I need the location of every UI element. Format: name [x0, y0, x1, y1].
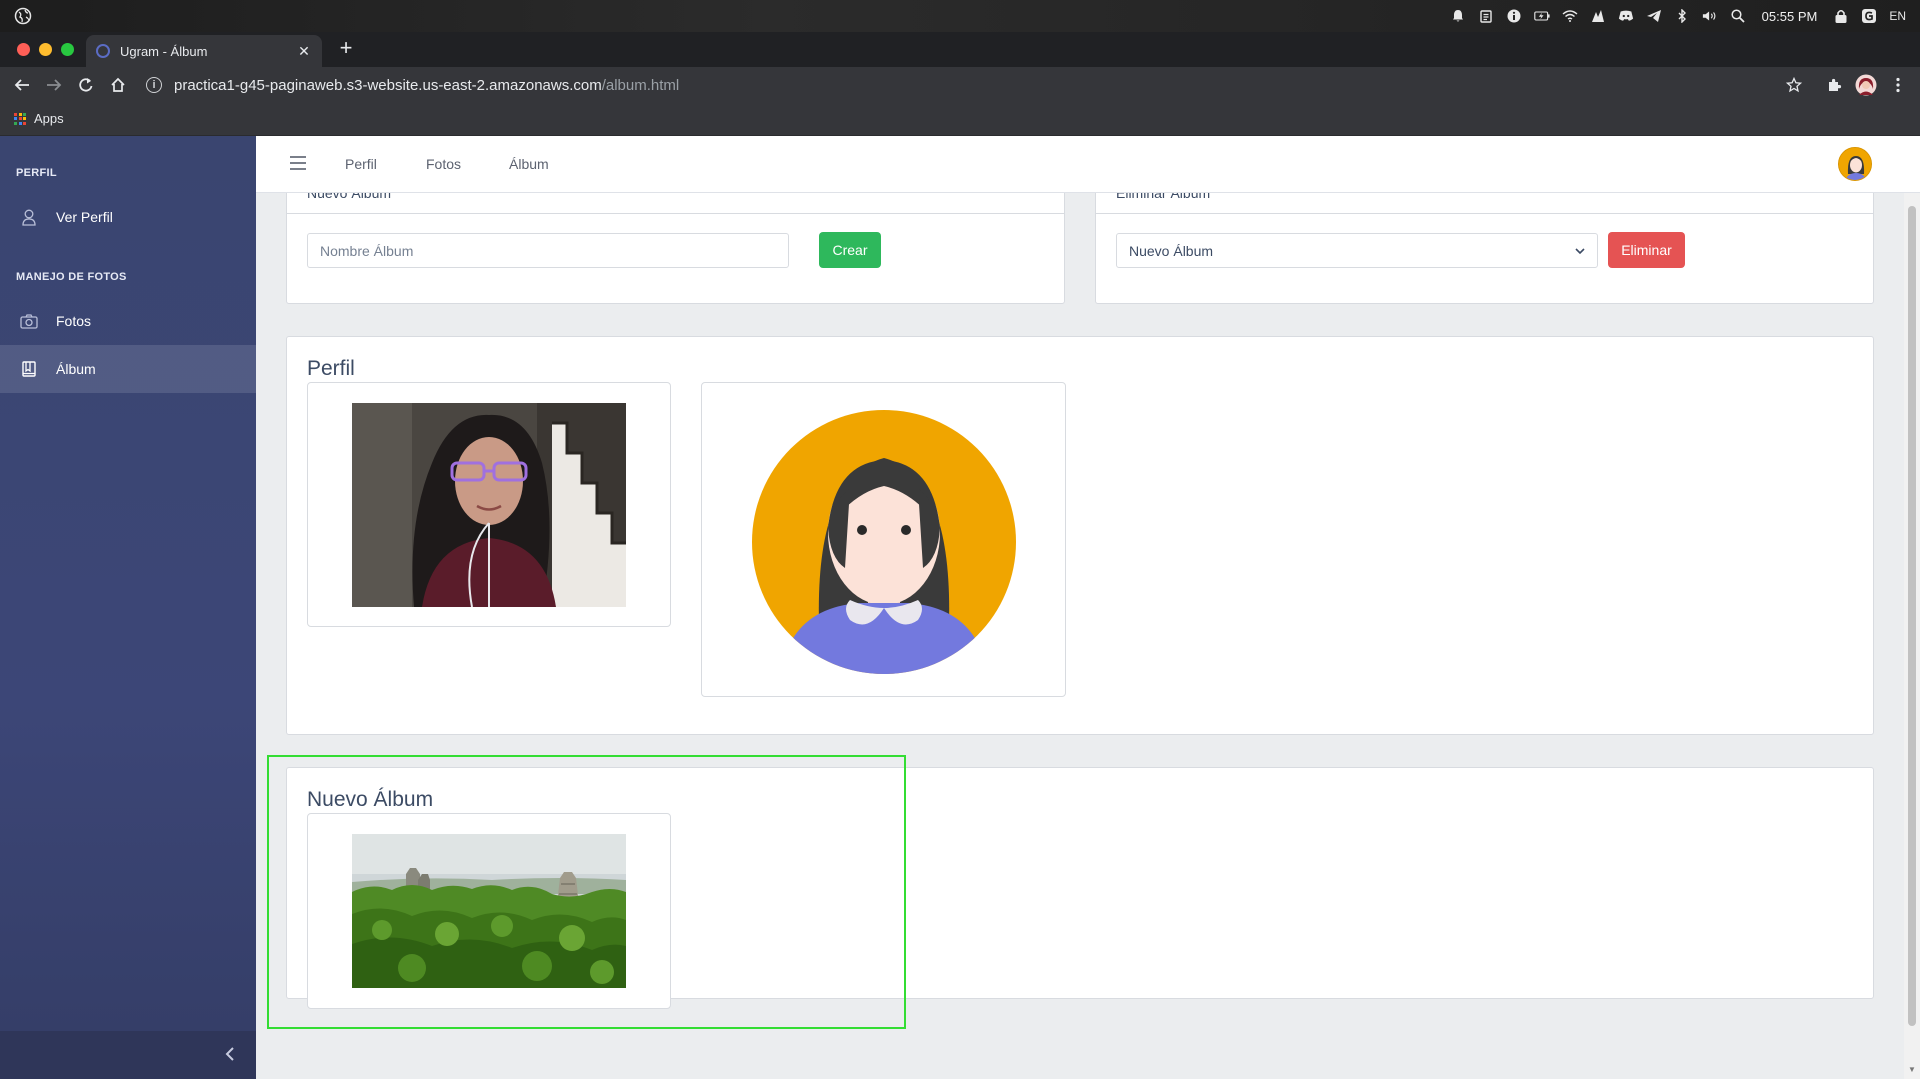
bookmark-star-icon[interactable] — [1782, 73, 1806, 97]
sidebar-section-profile: PERFIL — [16, 167, 57, 179]
nav-link-album[interactable]: Álbum — [509, 156, 549, 172]
nav-link-fotos[interactable]: Fotos — [426, 156, 461, 172]
main-content: Nuevo Álbum Nombre Álbum Crear Eliminar … — [256, 193, 1904, 1079]
sidebar-footer — [0, 1031, 256, 1079]
close-tab-icon[interactable]: ✕ — [296, 43, 312, 60]
language-indicator[interactable]: EN — [1889, 8, 1906, 24]
delete-album-card: Eliminar Álbum Nuevo Álbum Eliminar — [1095, 193, 1874, 304]
lock-icon[interactable] — [1833, 8, 1849, 24]
steam-icon[interactable] — [1590, 8, 1606, 24]
page-scrollbar[interactable]: ▲ ▼ — [1904, 136, 1920, 1079]
battery-icon[interactable] — [1533, 8, 1550, 24]
sidebar-item-album[interactable]: Álbum — [0, 345, 256, 393]
album-title: Nuevo Álbum — [307, 788, 434, 811]
favicon-icon — [96, 44, 110, 58]
back-icon[interactable] — [10, 73, 34, 97]
browser-toolbar: i practica1-g45-paginaweb.s3-website.us-… — [0, 67, 1920, 103]
sidebar-section-photos: MANEJO DE FOTOS — [16, 271, 127, 283]
new-tab-button[interactable]: + — [334, 36, 358, 60]
maximize-window-button[interactable] — [61, 43, 74, 56]
album-select-value: Nuevo Álbum — [1129, 242, 1214, 259]
photo-thumbnail[interactable] — [307, 382, 671, 627]
clock-text[interactable]: 05:55 PM — [1762, 9, 1818, 24]
chevron-down-icon — [1575, 247, 1585, 254]
scrollbar-thumb[interactable] — [1908, 206, 1916, 1026]
header-avatar[interactable] — [1838, 147, 1872, 181]
album-book-icon — [20, 360, 38, 378]
delete-album-card-title: Eliminar Álbum — [1116, 193, 1211, 201]
album-title: Perfil — [307, 357, 355, 380]
jungle-temples-landscape-photo — [352, 834, 626, 988]
sidebar-item-fotos[interactable]: Fotos — [0, 297, 256, 345]
extensions-icon[interactable] — [1822, 73, 1846, 97]
camera-icon — [20, 312, 38, 330]
album-card-perfil: Perfil — [286, 336, 1874, 735]
home-icon[interactable] — [106, 73, 130, 97]
telegram-icon[interactable] — [1646, 8, 1662, 24]
scroll-down-arrow[interactable]: ▼ — [1908, 1066, 1916, 1074]
webcam-portrait-photo — [352, 403, 626, 607]
user-profile-avatar[interactable] — [1854, 73, 1878, 97]
site-info-icon[interactable]: i — [146, 77, 162, 93]
browser-tab[interactable]: Ugram - Álbum ✕ — [86, 35, 322, 67]
os-top-bar: 05:55 PM EN — [0, 0, 1920, 32]
apps-label: Apps — [34, 111, 64, 126]
top-header: Perfil Fotos Álbum — [256, 136, 1920, 193]
globe-icon[interactable] — [14, 7, 32, 25]
collapse-sidebar-icon[interactable] — [222, 1045, 238, 1065]
sidebar-item-label: Ver Perfil — [56, 209, 113, 225]
delete-album-button[interactable]: Eliminar — [1608, 232, 1685, 268]
user-icon — [20, 208, 38, 226]
app-icon[interactable] — [1861, 8, 1877, 24]
sidebar-item-label: Fotos — [56, 313, 92, 329]
album-name-input[interactable]: Nombre Álbum — [307, 233, 789, 268]
url-host: practica1-g45-paginaweb.s3-website.us-ea… — [174, 76, 602, 94]
cartoon-avatar-image — [752, 410, 1016, 674]
volume-icon[interactable] — [1702, 8, 1718, 24]
search-icon[interactable] — [1730, 8, 1746, 24]
minimize-window-button[interactable] — [39, 43, 52, 56]
photo-thumbnail[interactable] — [701, 382, 1066, 697]
apps-shortcut[interactable]: Apps — [14, 111, 64, 126]
bluetooth-icon[interactable] — [1674, 8, 1690, 24]
new-album-card: Nuevo Álbum Nombre Álbum Crear — [286, 193, 1065, 304]
clipboard-icon[interactable] — [1478, 8, 1494, 24]
album-select[interactable]: Nuevo Álbum — [1116, 233, 1598, 268]
bookmarks-bar: Apps — [0, 103, 1920, 136]
nav-link-perfil[interactable]: Perfil — [345, 156, 377, 172]
create-album-button[interactable]: Crear — [819, 232, 881, 268]
sidebar-item-label: Álbum — [56, 361, 96, 377]
apps-grid-icon — [14, 112, 26, 125]
new-album-card-title: Nuevo Álbum — [307, 193, 392, 201]
discord-icon[interactable] — [1618, 8, 1634, 24]
bell-icon[interactable] — [1450, 8, 1466, 24]
sidebar: PERFIL Ver Perfil MANEJO DE FOTOS Fotos … — [0, 136, 256, 1079]
info-icon[interactable] — [1506, 8, 1522, 24]
wifi-icon[interactable] — [1562, 8, 1578, 24]
browser-menu-icon[interactable] — [1886, 73, 1910, 97]
forward-icon[interactable] — [42, 73, 66, 97]
sidebar-item-ver-perfil[interactable]: Ver Perfil — [0, 193, 256, 241]
url-path: /album.html — [601, 76, 680, 94]
close-window-button[interactable] — [17, 43, 30, 56]
tab-title: Ugram - Álbum — [120, 43, 208, 59]
reload-icon[interactable] — [74, 73, 98, 97]
photo-thumbnail[interactable] — [307, 813, 671, 1009]
card-header: Nuevo Álbum — [287, 193, 1064, 214]
album-card-nuevo-album: Nuevo Álbum — [286, 767, 1874, 1009]
card-header: Eliminar Álbum — [1096, 193, 1873, 214]
address-bar[interactable]: i practica1-g45-paginaweb.s3-website.us-… — [146, 70, 1796, 100]
hamburger-menu-icon[interactable] — [290, 156, 306, 170]
